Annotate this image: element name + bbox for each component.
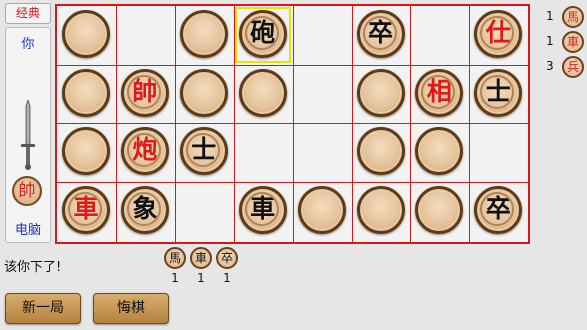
computer-label: 电脑 bbox=[14, 223, 41, 238]
piece-character: 卒 bbox=[367, 18, 393, 47]
red-piece[interactable]: 炮 bbox=[120, 127, 169, 175]
piece-character: 象 bbox=[132, 193, 158, 223]
status-message: 该你下了! bbox=[4, 260, 62, 275]
piece-character: 相 bbox=[426, 76, 452, 106]
captured-count: 3 bbox=[546, 59, 554, 73]
black-piece[interactable]: 士 bbox=[474, 68, 523, 117]
red-piece[interactable]: 仕 bbox=[474, 10, 523, 58]
face-down-piece[interactable] bbox=[238, 68, 287, 117]
face-down-piece[interactable] bbox=[356, 68, 405, 117]
piece-character: 炮 bbox=[132, 135, 158, 164]
captured-red-entry: 3兵 bbox=[542, 56, 587, 78]
game-board[interactable]: 砲卒仕帥相士炮士車象車卒 bbox=[55, 4, 530, 244]
captured-count: 1 bbox=[546, 9, 554, 23]
black-piece[interactable]: 卒 bbox=[474, 185, 523, 234]
face-down-piece[interactable] bbox=[179, 10, 228, 58]
captured-red-piece: 車 bbox=[562, 31, 584, 53]
player-side-panel: 你 帥 电脑 bbox=[5, 27, 51, 243]
piece-character: 士 bbox=[191, 135, 217, 164]
turn-indicator-piece: 帥 bbox=[12, 176, 42, 206]
face-down-piece[interactable] bbox=[297, 185, 346, 234]
player-label: 你 bbox=[21, 37, 35, 52]
face-down-piece[interactable] bbox=[356, 185, 405, 234]
captured-black-piece: 車 bbox=[190, 247, 212, 269]
captured-red-entry: 1車 bbox=[542, 31, 587, 53]
face-down-piece[interactable] bbox=[62, 127, 110, 175]
piece-character: 車 bbox=[73, 193, 99, 223]
undo-button[interactable]: 悔棋 bbox=[93, 293, 169, 324]
black-piece[interactable]: 象 bbox=[120, 185, 169, 234]
captured-count: 1 bbox=[546, 34, 554, 48]
black-piece[interactable]: 士 bbox=[179, 127, 228, 175]
captured-red-piece: 兵 bbox=[562, 56, 584, 78]
new-game-button[interactable]: 新一局 bbox=[5, 293, 81, 324]
black-piece[interactable]: 砲 bbox=[238, 10, 287, 58]
face-down-piece[interactable] bbox=[356, 127, 405, 175]
face-down-piece[interactable] bbox=[415, 185, 464, 234]
sword-icon bbox=[21, 100, 35, 170]
red-piece[interactable]: 帥 bbox=[120, 68, 169, 117]
captured-black-piece: 馬 bbox=[164, 247, 186, 269]
captured-red-piece: 馬 bbox=[562, 6, 584, 28]
mode-classic-button[interactable]: 经典 bbox=[5, 3, 51, 24]
face-down-piece[interactable] bbox=[62, 68, 110, 117]
face-down-piece[interactable] bbox=[62, 10, 110, 58]
captured-red-entry: 1馬 bbox=[542, 6, 587, 28]
piece-character: 士 bbox=[485, 76, 511, 106]
face-down-piece[interactable] bbox=[179, 68, 228, 117]
black-piece[interactable]: 車 bbox=[238, 185, 287, 234]
captured-black-piece: 卒 bbox=[216, 247, 238, 269]
captured-count: 1 bbox=[171, 271, 179, 285]
captured-count: 1 bbox=[223, 271, 231, 285]
black-piece[interactable]: 卒 bbox=[356, 10, 405, 58]
red-piece[interactable]: 車 bbox=[62, 185, 110, 234]
piece-character: 仕 bbox=[485, 18, 511, 47]
piece-character: 卒 bbox=[485, 193, 511, 223]
piece-character: 車 bbox=[250, 193, 276, 223]
piece-character: 帥 bbox=[132, 76, 158, 106]
red-piece[interactable]: 相 bbox=[415, 68, 464, 117]
captured-count: 1 bbox=[197, 271, 205, 285]
piece-character: 砲 bbox=[250, 18, 276, 47]
